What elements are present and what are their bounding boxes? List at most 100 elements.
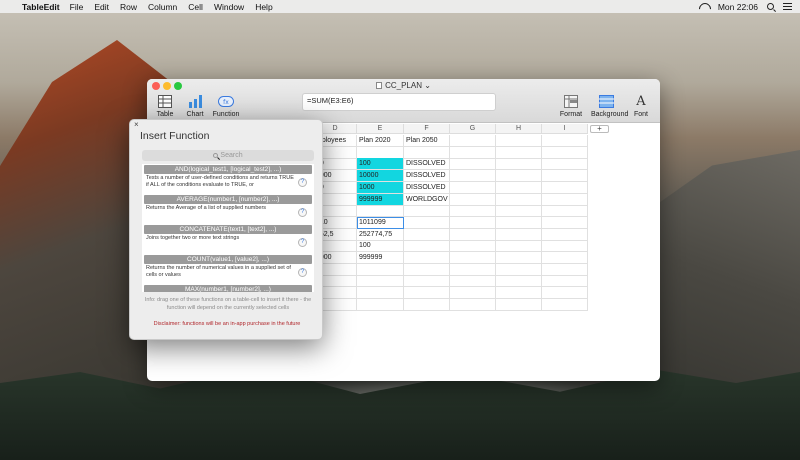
table-cell[interactable] xyxy=(496,170,542,183)
notification-center-icon[interactable] xyxy=(783,3,792,10)
table-cell[interactable] xyxy=(404,205,450,218)
table-cell[interactable] xyxy=(404,287,450,300)
table-cell[interactable] xyxy=(542,252,588,264)
help-icon[interactable]: ? xyxy=(298,238,307,247)
toolbar-chart-button[interactable]: Chart xyxy=(180,93,210,118)
table-cell[interactable] xyxy=(542,158,588,171)
table-cell[interactable]: WORLDGOV xyxy=(404,193,450,206)
function-signature[interactable]: CONCATENATE(text1, [text2], ...) xyxy=(144,225,312,234)
table-cell[interactable] xyxy=(450,193,496,206)
table-cell[interactable] xyxy=(496,181,542,194)
column-header-g[interactable]: G xyxy=(450,124,496,134)
table-cell[interactable]: 100 xyxy=(357,240,404,253)
function-list-item[interactable]: AVERAGE(number1, [number2], ...) Returns … xyxy=(142,195,314,224)
column-header-h[interactable]: H xyxy=(496,124,542,134)
table-cell[interactable] xyxy=(542,287,588,300)
menu-clock[interactable]: Mon 22:06 xyxy=(718,2,758,12)
table-cell[interactable] xyxy=(496,275,542,288)
table-cell[interactable] xyxy=(450,181,496,194)
table-cell[interactable] xyxy=(542,228,588,241)
table-cell[interactable] xyxy=(542,275,588,288)
table-cell[interactable] xyxy=(357,287,404,300)
column-header-i[interactable]: I xyxy=(542,124,588,134)
table-cell[interactable] xyxy=(404,263,450,276)
table-cell[interactable] xyxy=(404,240,450,253)
table-cell[interactable] xyxy=(542,216,588,229)
function-signature[interactable]: AVERAGE(number1, [number2], ...) xyxy=(144,195,312,204)
table-cell[interactable] xyxy=(450,135,496,147)
table-cell[interactable] xyxy=(450,158,496,171)
table-cell[interactable] xyxy=(496,228,542,241)
table-cell[interactable] xyxy=(404,275,450,288)
column-header-e[interactable]: E xyxy=(357,124,404,134)
table-cell[interactable]: 1011099 xyxy=(357,216,404,229)
table-cell[interactable]: DISSOLVED xyxy=(404,181,450,194)
function-signature[interactable]: MAX(number1, [number2], ...) xyxy=(144,285,312,292)
menu-column[interactable]: Column xyxy=(148,2,177,12)
menu-row[interactable]: Row xyxy=(120,2,137,12)
table-cell[interactable] xyxy=(357,146,404,159)
table-cell[interactable] xyxy=(357,298,404,311)
table-cell[interactable] xyxy=(496,240,542,253)
table-cell[interactable] xyxy=(542,181,588,194)
function-list[interactable]: AND(logical_test1, [logical_test2], ...)… xyxy=(142,164,314,292)
function-search-input[interactable]: Search xyxy=(142,150,314,161)
table-cell[interactable] xyxy=(450,298,496,311)
table-cell[interactable]: 100 xyxy=(357,158,404,171)
table-cell[interactable] xyxy=(404,228,450,241)
formula-bar[interactable]: =SUM(E3:E6) xyxy=(302,93,496,111)
table-cell[interactable] xyxy=(496,252,542,264)
table-cell[interactable]: 10000 xyxy=(357,170,404,183)
table-cell[interactable]: Plan 2020 xyxy=(357,135,404,147)
menu-edit[interactable]: Edit xyxy=(94,2,109,12)
table-cell[interactable] xyxy=(450,252,496,264)
wifi-icon[interactable] xyxy=(699,3,709,11)
table-cell[interactable] xyxy=(496,287,542,300)
table-cell[interactable] xyxy=(450,275,496,288)
function-list-item[interactable]: COUNT(value1, [value2], ...) Returns the … xyxy=(142,255,314,284)
table-cell[interactable] xyxy=(496,146,542,159)
function-list-item[interactable]: AND(logical_test1, [logical_test2], ...)… xyxy=(142,165,314,194)
table-cell[interactable] xyxy=(404,146,450,159)
toolbar-font-button[interactable]: A Font xyxy=(626,93,656,119)
function-signature[interactable]: COUNT(value1, [value2], ...) xyxy=(144,255,312,264)
table-cell[interactable] xyxy=(496,298,542,311)
table-cell[interactable] xyxy=(450,146,496,159)
table-cell[interactable] xyxy=(542,170,588,183)
table-cell[interactable] xyxy=(496,158,542,171)
table-cell[interactable]: 999999 xyxy=(357,193,404,206)
menu-cell[interactable]: Cell xyxy=(188,2,203,12)
spotlight-icon[interactable] xyxy=(767,3,774,10)
table-cell[interactable] xyxy=(357,205,404,218)
toolbar-table-button[interactable]: Table xyxy=(150,93,180,118)
table-cell[interactable] xyxy=(357,263,404,276)
table-cell[interactable] xyxy=(496,135,542,147)
table-cell[interactable] xyxy=(496,216,542,229)
table-cell[interactable] xyxy=(357,275,404,288)
table-cell[interactable] xyxy=(450,205,496,218)
function-list-item[interactable]: MAX(number1, [number2], ...) xyxy=(142,285,314,292)
menu-help[interactable]: Help xyxy=(255,2,272,12)
table-cell[interactable]: 999999 xyxy=(357,252,404,264)
table-cell[interactable] xyxy=(542,263,588,276)
table-cell[interactable] xyxy=(404,252,450,264)
table-cell[interactable] xyxy=(450,216,496,229)
table-cell[interactable]: 252774,75 xyxy=(357,228,404,241)
help-icon[interactable]: ? xyxy=(298,208,307,217)
add-column-button[interactable]: + xyxy=(590,125,609,133)
table-cell[interactable] xyxy=(542,298,588,311)
toolbar-function-button[interactable]: fx Function xyxy=(211,93,241,118)
function-signature[interactable]: AND(logical_test1, [logical_test2], ...) xyxy=(144,165,312,174)
table-cell[interactable] xyxy=(404,216,450,229)
table-cell[interactable] xyxy=(450,240,496,253)
table-cell[interactable] xyxy=(450,170,496,183)
table-cell[interactable]: 1000 xyxy=(357,181,404,194)
table-cell[interactable] xyxy=(542,205,588,218)
table-cell[interactable] xyxy=(496,263,542,276)
table-cell[interactable] xyxy=(450,263,496,276)
toolbar-background-button[interactable]: Background xyxy=(591,93,628,118)
table-cell[interactable] xyxy=(450,228,496,241)
close-icon[interactable]: × xyxy=(134,120,139,129)
table-cell[interactable]: DISSOLVED xyxy=(404,170,450,183)
column-header-f[interactable]: F xyxy=(404,124,450,134)
